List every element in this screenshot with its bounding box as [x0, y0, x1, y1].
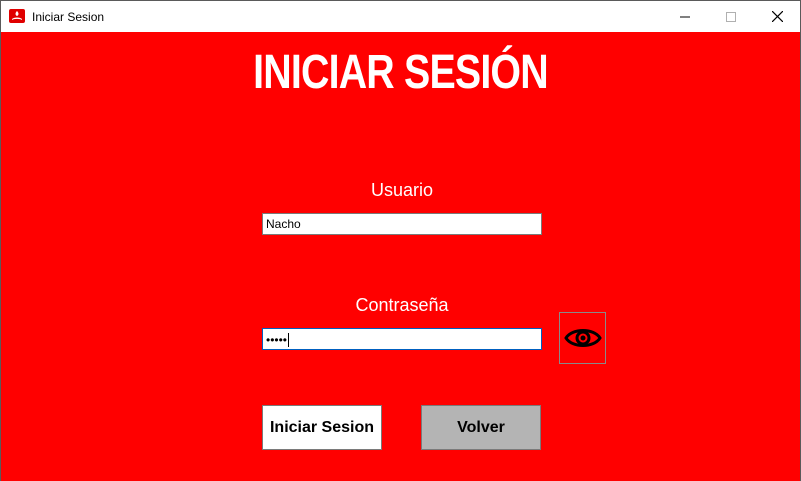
login-button[interactable]: Iniciar Sesion — [262, 405, 382, 450]
username-label: Usuario — [370, 180, 434, 200]
minimize-button[interactable] — [662, 1, 708, 32]
close-button[interactable] — [754, 1, 800, 32]
app-window: Iniciar Sesion INICIAR SESIÓN Usuario Na… — [0, 0, 801, 481]
window-title: Iniciar Sesion — [32, 10, 105, 24]
minimize-icon — [680, 16, 690, 17]
password-label: Contraseña — [355, 295, 449, 315]
password-input[interactable]: ••••• — [262, 328, 542, 350]
login-panel: INICIAR SESIÓN Usuario Nacho Contraseña … — [1, 32, 800, 481]
close-icon — [771, 11, 783, 22]
maximize-icon — [726, 11, 736, 22]
password-value: ••••• — [266, 332, 288, 347]
maximize-button[interactable] — [708, 1, 754, 32]
username-value: Nacho — [266, 217, 301, 231]
toggle-password-visibility-button[interactable] — [559, 312, 606, 364]
username-input[interactable]: Nacho — [262, 213, 542, 235]
title-bar[interactable]: Iniciar Sesion — [1, 1, 800, 32]
page-title: INICIAR SESIÓN — [253, 46, 549, 99]
text-caret — [288, 332, 290, 347]
app-logo-icon — [9, 9, 25, 23]
back-button[interactable]: Volver — [421, 405, 541, 450]
eye-icon — [563, 329, 602, 347]
